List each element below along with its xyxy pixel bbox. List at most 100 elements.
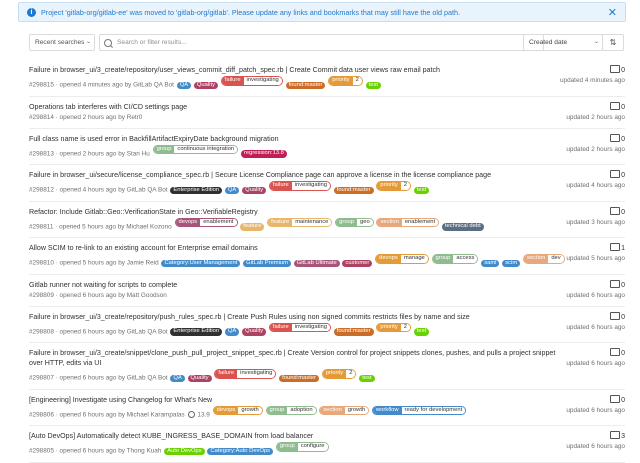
label[interactable]: Auto DevOps <box>164 447 205 455</box>
issue-reference-line: #298809 · opened 6 hours ago by Matt Goo… <box>29 291 167 299</box>
scoped-label[interactable]: failure investigating <box>268 322 331 332</box>
scoped-label[interactable]: devops manage <box>375 254 429 264</box>
issue-row[interactable]: Refactor: Include Gitlab::Geo::Verificat… <box>29 202 625 238</box>
scoped-label[interactable]: failure investigating <box>268 181 331 191</box>
issue-title[interactable]: Failure in browser_ui/3_create/repositor… <box>29 65 625 75</box>
label[interactable]: customer <box>342 259 373 267</box>
label[interactable]: found:master <box>333 186 374 194</box>
close-icon[interactable]: ✕ <box>608 6 617 19</box>
comment-count[interactable]: 1 <box>610 243 625 252</box>
label[interactable]: found:master <box>285 81 326 89</box>
comment-count[interactable]: 3 <box>610 431 625 440</box>
label[interactable]: Quality <box>187 374 212 382</box>
issue-title[interactable]: Allow SCIM to re-link to an existing acc… <box>29 243 625 253</box>
recent-searches-dropdown[interactable]: Recent searches ⌄ <box>29 34 95 51</box>
label[interactable]: test <box>413 186 430 194</box>
scoped-label[interactable]: section dev <box>522 254 565 264</box>
issue-row[interactable]: [Auto DevOps] Automatically detect KUBE_… <box>29 426 625 463</box>
scoped-label[interactable]: section growth <box>319 405 370 415</box>
comment-count[interactable]: 0 <box>610 133 625 143</box>
issue-title[interactable]: Failure in browser_ui/secure/license_com… <box>29 170 625 180</box>
label[interactable]: test <box>365 81 381 89</box>
comments-icon <box>610 170 621 178</box>
label[interactable]: Category:Auto DevOps <box>207 447 274 455</box>
label[interactable]: found:master <box>279 374 320 382</box>
scoped-label[interactable]: priority 2 <box>328 76 363 86</box>
label[interactable]: QA <box>224 186 240 194</box>
search-placeholder: Search or filter results... <box>117 39 187 46</box>
label[interactable]: Quality <box>242 328 267 336</box>
updated-time: updated 6 hours ago <box>566 406 625 414</box>
scoped-label[interactable]: feature maintenance <box>267 217 333 227</box>
issue-title[interactable]: Operations tab interferes with CI/CD set… <box>29 102 625 112</box>
scoped-label[interactable]: priority 2 <box>376 181 411 191</box>
comment-count[interactable]: 0 <box>610 279 625 289</box>
label[interactable]: QA <box>170 374 185 382</box>
scoped-label[interactable]: failure investigating <box>214 369 277 379</box>
label[interactable]: Quality <box>242 186 267 194</box>
label[interactable]: regression:13.8 <box>240 150 287 158</box>
scoped-label[interactable]: group adoption <box>265 405 317 415</box>
search-input[interactable]: Search or filter results... <box>99 34 544 51</box>
label[interactable]: QA <box>176 81 192 89</box>
issue-title[interactable]: [Engineering] Investigate using Changelo… <box>29 395 625 405</box>
scoped-label[interactable]: group configure <box>275 442 329 452</box>
label[interactable]: technical debt <box>441 223 484 231</box>
issue-row[interactable]: Gitlab runner not waiting for scripts to… <box>29 275 625 307</box>
issue-title[interactable]: Gitlab runner not waiting for scripts to… <box>29 280 625 290</box>
scoped-label[interactable]: priority 2 <box>376 322 411 332</box>
label[interactable]: Category:User Management <box>161 259 241 267</box>
label[interactable]: test <box>359 374 375 382</box>
issue-row[interactable]: Failure in browser_ui/3_create/repositor… <box>29 307 625 343</box>
scoped-label[interactable]: group geo <box>335 217 374 227</box>
scoped-label[interactable]: workflow ready for development <box>371 405 467 415</box>
sort-dropdown[interactable]: Created date ⌄ <box>523 34 603 51</box>
issue-title[interactable]: Refactor: Include Gitlab::Geo::Verificat… <box>29 207 625 217</box>
comment-count[interactable]: 0 <box>610 348 625 357</box>
label[interactable]: GitLab Premium <box>243 259 291 267</box>
milestone-label[interactable]: 13.9 <box>197 411 209 418</box>
issue-row[interactable]: Full class name is used error in Backfil… <box>29 129 625 165</box>
milestone-icon <box>188 411 196 418</box>
label[interactable]: Enterprise Edition <box>170 186 223 194</box>
label[interactable]: Enterprise Edition <box>170 328 223 336</box>
label[interactable]: GitLab Ultimate <box>293 259 340 267</box>
sort-direction-icon: ⇅ <box>609 38 617 47</box>
comments-icon <box>610 133 621 142</box>
issue-row[interactable]: Failure in browser_ui/secure/license_com… <box>29 165 625 202</box>
comment-count[interactable]: 0 <box>610 311 625 321</box>
label[interactable]: saml <box>481 259 500 267</box>
scoped-label[interactable]: group continuous integration <box>152 144 239 154</box>
scoped-label[interactable]: priority 2 <box>321 369 357 379</box>
comment-count[interactable]: 0 <box>610 65 625 74</box>
issue-row[interactable]: Failure in browser_ui/3_create/repositor… <box>29 60 625 97</box>
issue-row[interactable]: Operations tab interferes with CI/CD set… <box>29 97 625 129</box>
comments-icon <box>610 279 621 288</box>
comment-count[interactable]: 0 <box>610 394 625 404</box>
label[interactable]: QA <box>224 328 240 336</box>
scoped-label[interactable]: section enablement <box>376 217 440 227</box>
sort-label: Created date <box>529 39 568 46</box>
issue-row[interactable]: [Engineering] Investigate using Changelo… <box>29 390 625 426</box>
comment-count[interactable]: 0 <box>610 206 625 216</box>
sort-direction-button[interactable]: ⇅ <box>602 34 624 51</box>
issue-title[interactable]: Failure in browser_ui/3_create/repositor… <box>29 312 625 322</box>
label[interactable]: found:master <box>333 328 374 336</box>
label[interactable]: test <box>413 328 430 336</box>
label[interactable]: feature <box>240 223 265 231</box>
issue-meta: #298809 · opened 6 hours ago by Matt Goo… <box>29 291 625 301</box>
issue-title[interactable]: Full class name is used error in Backfil… <box>29 134 625 144</box>
scoped-label[interactable]: failure investigating <box>220 76 283 86</box>
comment-count[interactable]: 0 <box>610 101 625 111</box>
scoped-label[interactable]: devops growth <box>212 405 263 415</box>
issue-title[interactable]: [Auto DevOps] Automatically detect KUBE_… <box>29 431 625 441</box>
issue-row[interactable]: Allow SCIM to re-link to an existing acc… <box>29 238 625 275</box>
issue-row[interactable]: Failure in browser_ui/3_create/snippet/c… <box>29 343 625 390</box>
label[interactable]: scim <box>502 259 521 267</box>
label[interactable]: Quality <box>193 81 218 89</box>
comment-count[interactable]: 0 <box>610 170 625 179</box>
scoped-label[interactable]: devops enablement <box>174 217 238 227</box>
scoped-label[interactable]: group access <box>431 254 479 264</box>
label-key: failure <box>215 370 238 378</box>
issue-title[interactable]: Failure in browser_ui/3_create/snippet/c… <box>29 348 625 368</box>
